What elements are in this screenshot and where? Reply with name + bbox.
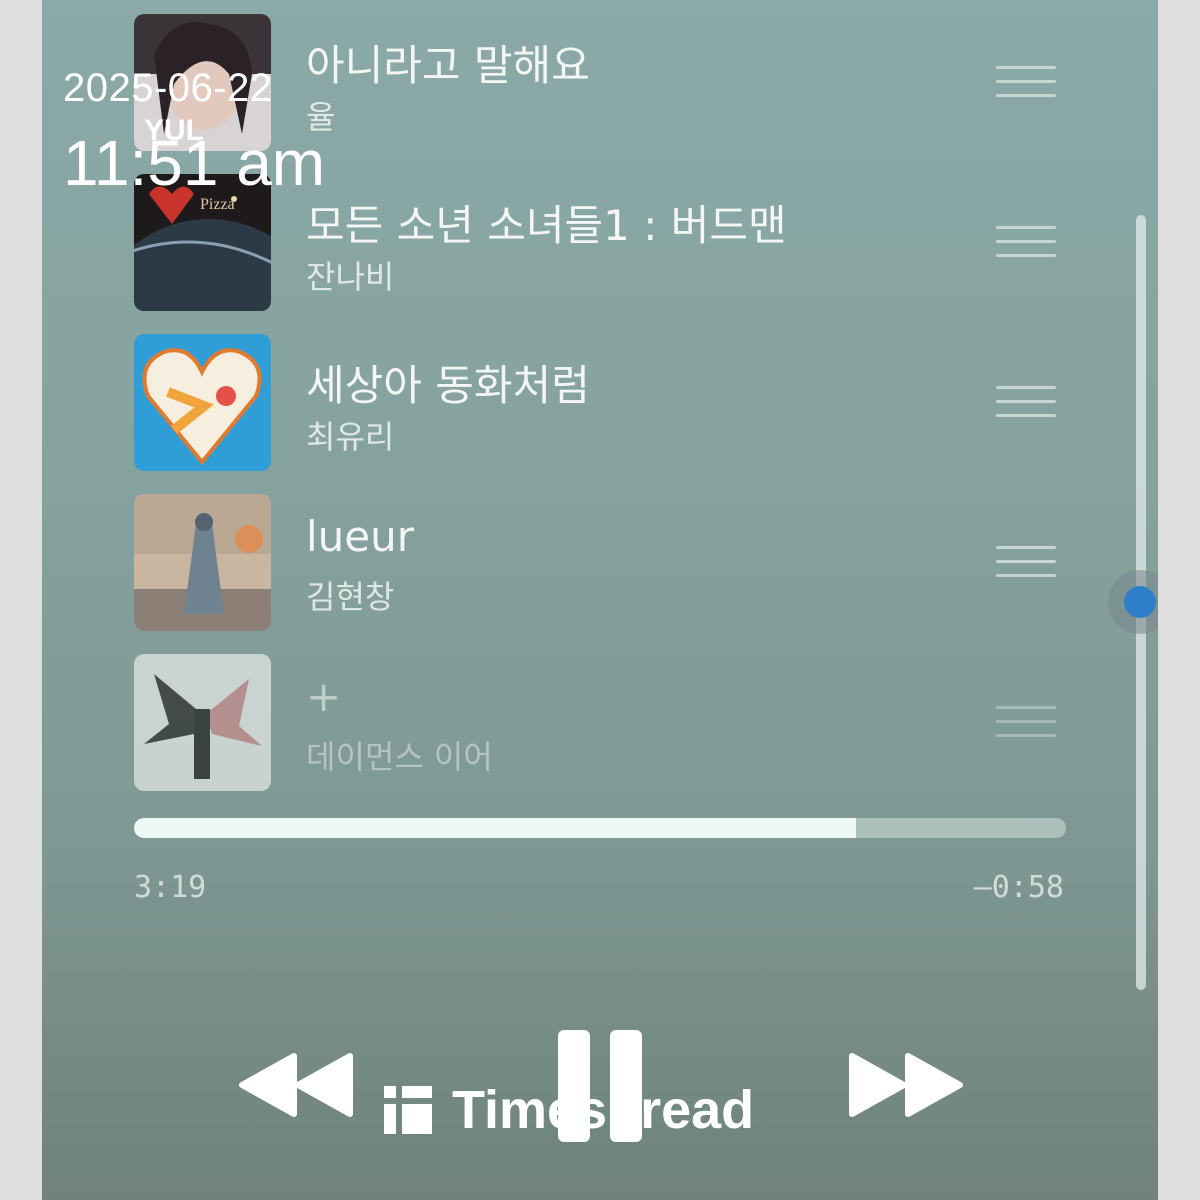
track-artist: 김현창 — [306, 578, 395, 616]
remaining-time: –0:58 — [973, 870, 1064, 905]
track-artist: 최유리 — [306, 418, 395, 456]
watermark: Timespread — [384, 1080, 754, 1140]
rewind-icon — [239, 1053, 353, 1117]
elapsed-time: 3:19 — [134, 870, 207, 905]
reorder-handle-icon[interactable] — [996, 386, 1056, 420]
reorder-handle-icon[interactable] — [996, 226, 1056, 260]
next-button[interactable] — [848, 1050, 964, 1124]
timespread-logo-icon — [384, 1086, 432, 1134]
album-art — [134, 654, 271, 791]
track-title: + — [306, 672, 342, 721]
reorder-handle-icon[interactable] — [996, 66, 1056, 100]
fast-forward-icon — [849, 1053, 963, 1117]
track-title: 세상아 동화처럼 — [306, 361, 590, 410]
timestamp-time: 11:51 am — [63, 127, 326, 199]
track-title: 모든 소년 소녀들1 : 버드맨 — [306, 201, 787, 250]
timestamp-date: 2025-06-22 — [63, 66, 273, 110]
queue-item[interactable]: 세상아 동화처럼 최유리 — [134, 334, 1056, 474]
reorder-handle-icon[interactable] — [996, 706, 1056, 740]
playback-progress-bar[interactable] — [134, 818, 1066, 838]
reorder-handle-icon[interactable] — [996, 546, 1056, 580]
track-artist: 잔나비 — [306, 258, 395, 296]
scrollbar-thumb[interactable] — [1108, 570, 1158, 634]
album-art — [134, 334, 271, 471]
previous-button[interactable] — [238, 1050, 354, 1124]
watermark-text: Timespread — [452, 1080, 755, 1140]
track-title: 아니라고 말해요 — [306, 41, 590, 90]
album-art — [134, 494, 271, 631]
track-artist: 데이먼스 이어 — [306, 738, 493, 776]
queue-item[interactable]: lueur 김현창 — [134, 494, 1056, 634]
progress-fill — [134, 818, 857, 838]
queue-item[interactable]: + 데이먼스 이어 — [134, 654, 1056, 794]
track-title: lueur — [306, 512, 415, 561]
